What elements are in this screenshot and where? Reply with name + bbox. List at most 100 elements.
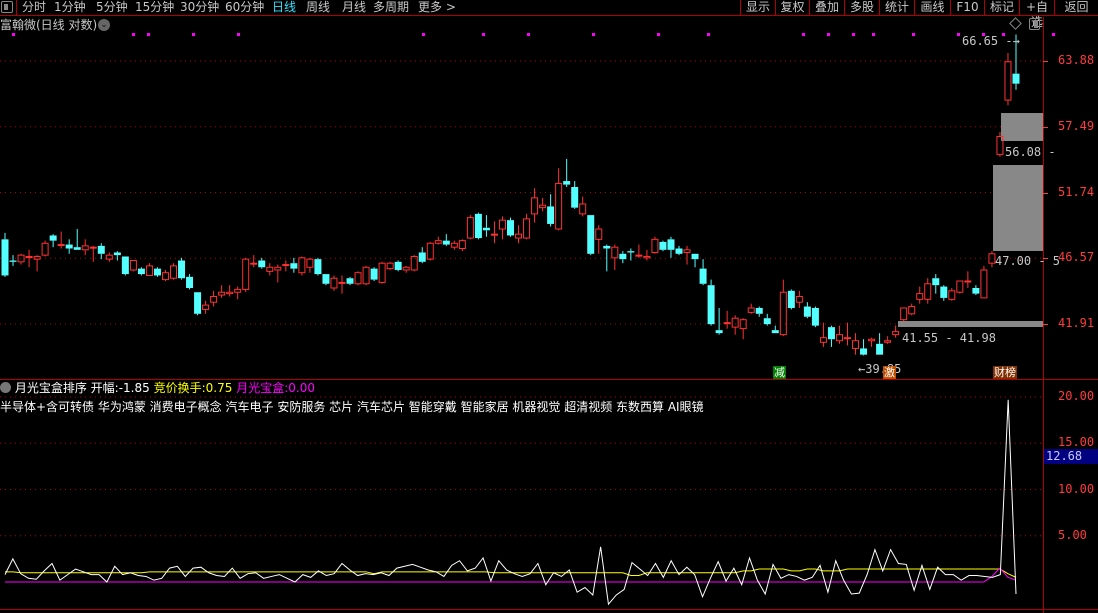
marker-surge[interactable]: 激 (883, 366, 896, 379)
candle-body (691, 253, 699, 260)
candle (779, 279, 787, 337)
candle-body (924, 283, 932, 300)
candle-body (282, 264, 290, 267)
candle-body (290, 263, 298, 269)
candle-body (547, 206, 555, 224)
candle-body (202, 304, 210, 310)
concept-tags: 半导体+含可转债 华为鸿蒙 消费电子概念 汽车电子 安防服务 芯片 汽车芯片 智… (0, 400, 704, 414)
price-axis-label: 57.49 (1058, 118, 1095, 133)
auction-value: 0.75 (205, 381, 233, 395)
candle (498, 216, 506, 240)
candle-body (659, 241, 667, 250)
candle (25, 249, 33, 268)
candle-body (410, 255, 418, 271)
candle (675, 245, 683, 256)
candle-body (763, 318, 771, 325)
axis-tick (1043, 126, 1048, 128)
candle (972, 285, 980, 296)
candle (306, 257, 314, 273)
indicator-name[interactable]: 月光宝盒排序 (15, 381, 87, 395)
panel-toggle-icon[interactable] (1029, 18, 1040, 30)
candle (795, 290, 803, 308)
candle-body (186, 276, 194, 288)
bottom-border (0, 609, 1098, 610)
candle (763, 313, 771, 326)
signal-dot (802, 33, 805, 36)
candle (370, 267, 378, 281)
candle (739, 318, 747, 340)
candle (378, 261, 386, 284)
candle-body (523, 218, 531, 239)
panel-divider (0, 379, 1098, 380)
price-axis-label: 51.74 (1058, 184, 1095, 199)
marker-reduce[interactable]: 减 (773, 366, 786, 379)
candle (338, 275, 346, 294)
candle (226, 285, 234, 297)
candle-body (274, 266, 282, 271)
chip-zone-upper (1001, 113, 1043, 141)
candle (170, 263, 177, 280)
candle (964, 271, 972, 288)
candle (932, 274, 940, 294)
candle-body (394, 261, 402, 270)
candle-body (458, 240, 466, 250)
candle-body (482, 227, 490, 231)
signal-dot (1052, 33, 1055, 36)
candle-body (611, 246, 619, 259)
signal-dot (852, 33, 855, 36)
candle (908, 303, 916, 316)
candle (186, 274, 194, 290)
candle-body (539, 204, 547, 209)
candle-body (779, 291, 787, 336)
candle-body (161, 272, 169, 281)
candle-body (490, 233, 498, 236)
candle-body (587, 215, 595, 254)
candle (980, 265, 988, 299)
candle-body (25, 255, 33, 258)
candle (547, 194, 555, 227)
candle (49, 234, 57, 248)
candle-body (378, 262, 386, 283)
candle-body (771, 330, 779, 334)
candle-body (795, 295, 803, 303)
candlestick-chart (0, 33, 1055, 606)
candle (89, 245, 97, 262)
candle (523, 213, 531, 240)
candle-body (868, 338, 876, 342)
signal-dot (192, 33, 195, 36)
candle-body (338, 281, 346, 284)
candle-body (41, 242, 49, 256)
candle-body (153, 268, 161, 276)
candle (835, 325, 843, 344)
candle (57, 231, 65, 249)
candle-body (266, 266, 274, 272)
candle (418, 247, 426, 264)
candle (900, 307, 908, 322)
candle-body (819, 337, 827, 343)
candle (811, 306, 819, 328)
marker-finance-list[interactable]: 财榜 (993, 366, 1017, 379)
candle (234, 286, 242, 300)
candle-body (731, 317, 739, 328)
candle (490, 221, 498, 244)
candle-body (498, 219, 506, 230)
signal-dot (147, 33, 150, 36)
candle-body (354, 272, 362, 285)
candle-body (49, 235, 57, 241)
candle-body (884, 340, 892, 343)
candle-body (250, 262, 258, 265)
candle (539, 197, 547, 212)
candle (892, 325, 900, 338)
candle (153, 267, 161, 277)
candle-body (121, 256, 129, 275)
current-value-badge: 12.68 (1044, 449, 1098, 464)
candle-body (73, 247, 81, 250)
candle-body (1004, 61, 1012, 101)
candle-body (1012, 73, 1020, 84)
chip-zone-lower (898, 321, 1043, 327)
candle-body (876, 343, 884, 355)
candle-body (900, 307, 908, 321)
indicator-settings-icon[interactable] (0, 382, 11, 393)
zone-low-label: 41.55 - 41.98 (902, 331, 996, 345)
candle-body (643, 255, 651, 259)
